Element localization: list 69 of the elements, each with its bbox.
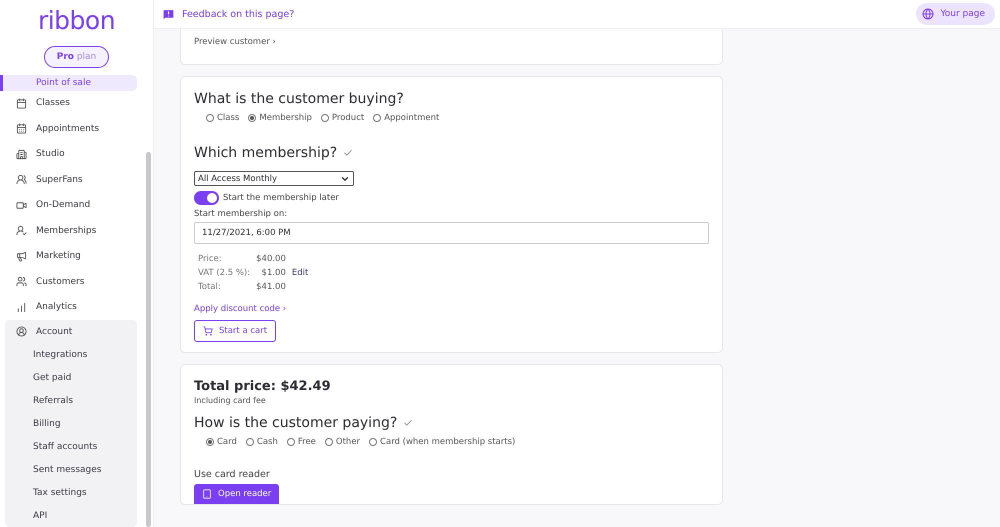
discount-link[interactable]: Apply discount code › — [194, 304, 709, 314]
price-label: Price: — [198, 254, 223, 264]
scrollbar[interactable] — [146, 152, 151, 527]
sidebar-subitem[interactable]: Integrations — [5, 343, 137, 366]
total-price: Total price: $42.49 — [194, 379, 332, 394]
calendar-grid-icon — [16, 123, 27, 134]
feedback-link[interactable]: Feedback on this page? — [162, 8, 294, 20]
sidebar-item[interactable]: Classes — [0, 90, 137, 116]
your-page-button[interactable]: Your page — [916, 3, 995, 25]
toggle-label: Start the membership later — [223, 193, 339, 203]
sidebar-subitem[interactable]: Referrals — [5, 389, 137, 412]
field-label: Use card reader — [194, 469, 271, 480]
sidebar-item[interactable]: Memberships — [0, 218, 137, 244]
preview-customer-link[interactable]: Preview customer › — [194, 37, 276, 47]
sidebar-item[interactable]: Account — [5, 320, 137, 343]
cart-icon — [203, 326, 213, 336]
radio-option[interactable]: Other — [324, 437, 360, 447]
price-label: Total: — [198, 282, 222, 292]
radio-option[interactable]: Appointment — [373, 113, 440, 123]
sidebar-subitem[interactable]: Sent messages — [5, 458, 137, 481]
start-cart-button[interactable]: Start a cart — [194, 320, 276, 342]
feedback-icon — [162, 8, 175, 20]
people-icon — [16, 276, 27, 288]
sidebar-item[interactable]: Appointments — [0, 116, 137, 142]
section-heading: Which membership? — [194, 145, 338, 161]
radio-option[interactable]: Card — [206, 437, 237, 447]
video-icon — [16, 200, 27, 211]
sidebar-subitem[interactable]: Tax settings — [5, 481, 137, 504]
globe-icon — [922, 8, 934, 20]
sidebar-item[interactable]: Studio — [0, 142, 137, 167]
sidebar-item[interactable]: Customers — [0, 269, 137, 294]
toggle-switch[interactable] — [194, 191, 219, 205]
user-circle-icon — [16, 326, 27, 337]
sidebar-subitem[interactable]: API — [5, 504, 137, 527]
section-heading: What is the customer buying? — [194, 91, 405, 107]
membership-select[interactable]: All Access Monthly — [194, 171, 354, 186]
sidebar-item[interactable]: Analytics — [0, 294, 137, 320]
people-icon — [16, 174, 27, 186]
bar-chart-icon — [16, 302, 27, 313]
sidebar-subitem[interactable]: Staff accounts — [5, 435, 137, 458]
calendar-icon — [16, 98, 27, 109]
radio-option[interactable]: Membership — [248, 113, 312, 123]
megaphone-icon — [16, 250, 27, 262]
tablet-icon — [202, 489, 212, 499]
sidebar-item[interactable]: Marketing — [0, 244, 137, 269]
open-reader-button[interactable]: Open reader — [194, 484, 280, 504]
sidebar-item[interactable]: Point of sale — [0, 74, 137, 90]
sidebar-subitem[interactable]: Get paid — [5, 366, 137, 389]
field-label: Start membership on: — [194, 209, 288, 219]
building-icon — [16, 148, 27, 160]
price-value: $41.00 — [256, 282, 286, 292]
price-value: $1.00 — [260, 268, 286, 278]
edit-link[interactable]: Edit — [292, 268, 308, 278]
radio-option[interactable]: Class — [206, 113, 240, 123]
radio-option[interactable]: Free — [286, 437, 316, 447]
price-label: VAT (2.5 %): — [198, 268, 250, 278]
radio-option[interactable]: Cash — [246, 437, 278, 447]
person-icon — [16, 225, 27, 236]
price-value: $40.00 — [256, 254, 286, 264]
radio-option[interactable]: Card (when membership starts) — [369, 437, 516, 447]
date-field[interactable]: 11/27/2021, 6:00 PM — [194, 222, 709, 244]
plan-badge[interactable]: Pro plan — [44, 46, 110, 68]
sidebar-item[interactable]: SuperFans — [0, 167, 137, 192]
radio-option[interactable]: Product — [320, 113, 364, 123]
sidebar-subitem[interactable]: Billing — [5, 412, 137, 435]
logo: ribbon — [36, 5, 116, 37]
sidebar-item[interactable]: On-Demand — [0, 192, 137, 218]
fee-note: Including card fee — [194, 396, 267, 405]
section-heading: How is the customer paying? — [194, 415, 398, 431]
